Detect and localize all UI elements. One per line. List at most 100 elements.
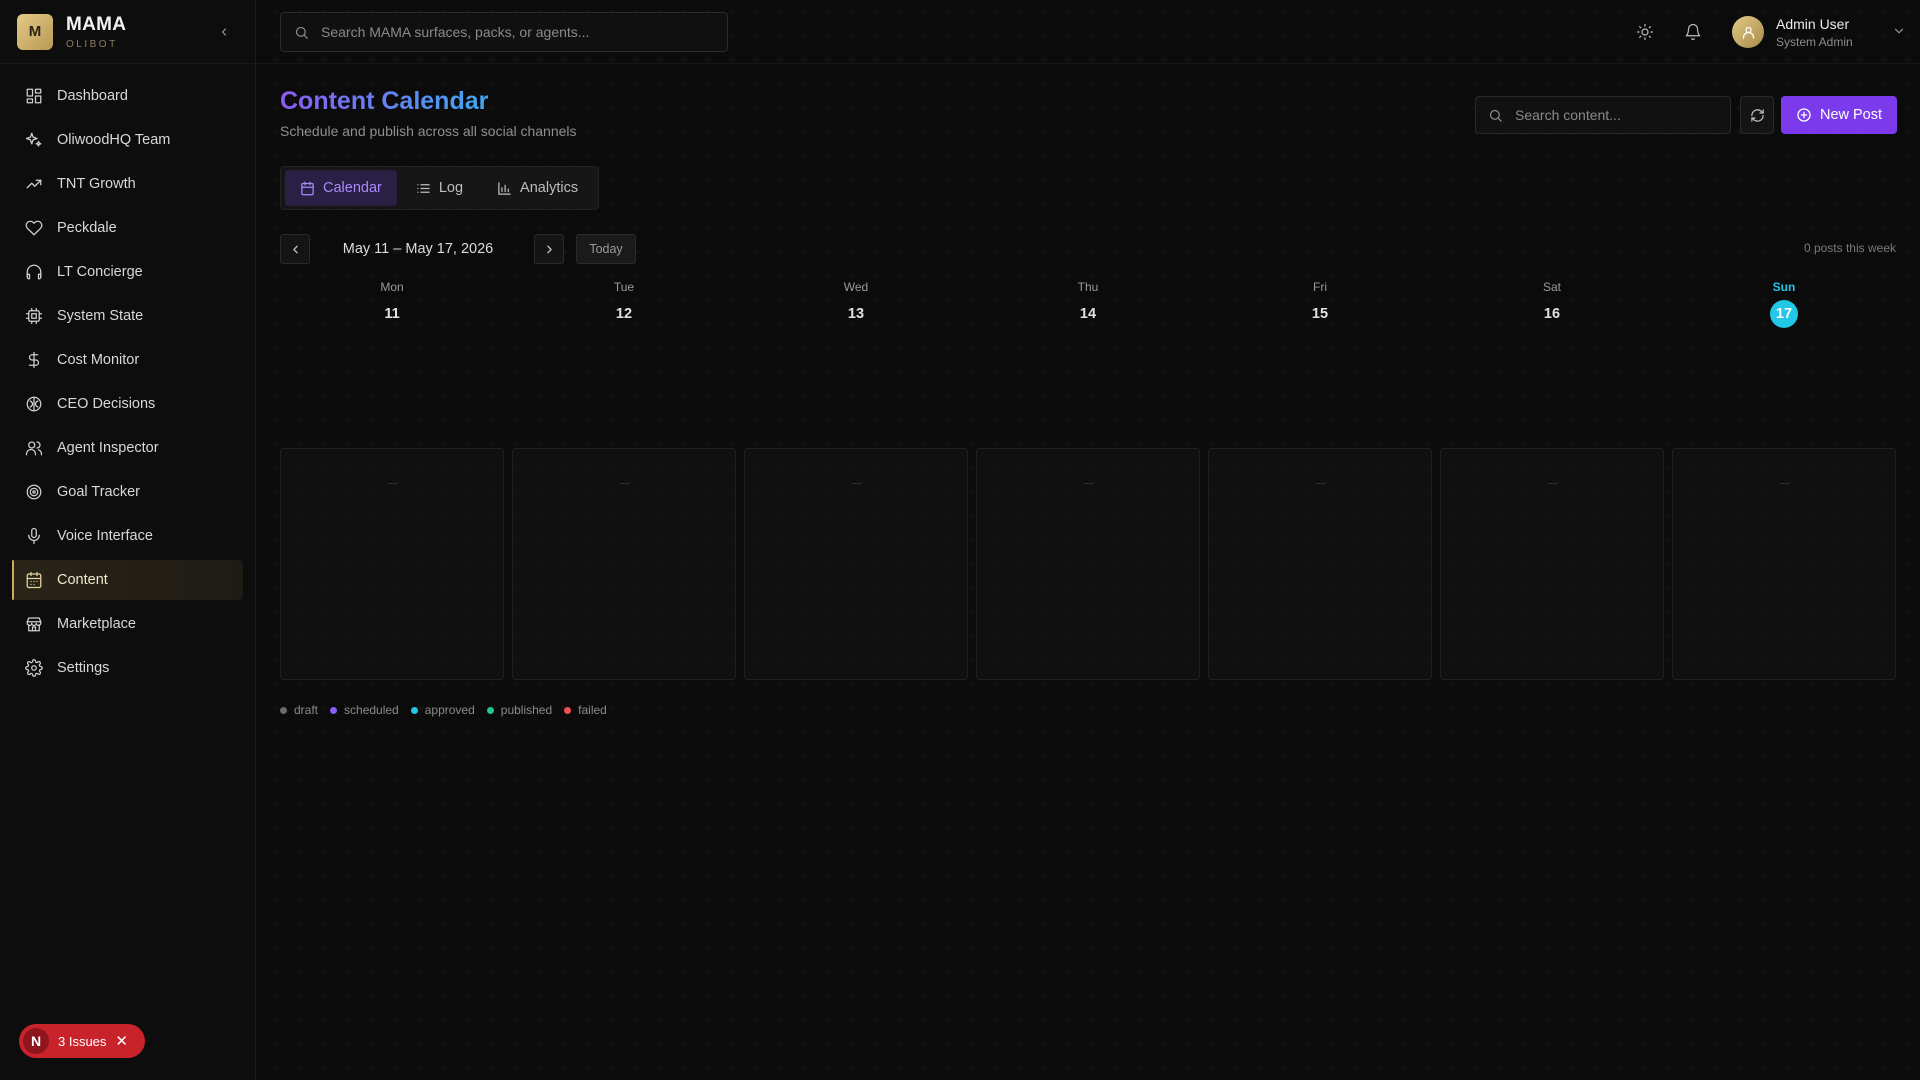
issues-label: 3 Issues — [58, 1033, 107, 1049]
legend-dot — [280, 706, 287, 714]
legend-dot — [330, 706, 338, 714]
tab-calendar[interactable]: Calendar — [285, 170, 397, 206]
sidebar-item-label: Settings — [57, 660, 110, 676]
user-icon — [1742, 26, 1754, 39]
day-name: Thu — [1077, 280, 1099, 294]
bell-icon — [1685, 23, 1701, 41]
day-column-fri[interactable] — [1208, 448, 1432, 680]
sidebar-item-tnt-growth[interactable]: TNT Growth — [12, 164, 243, 204]
calendar-columns — [280, 448, 1896, 680]
sidebar-item-label: Marketplace — [57, 616, 136, 632]
day-header-wed: Wed 13 — [744, 280, 968, 328]
user-menu[interactable]: Admin User System Admin — [1732, 14, 1908, 50]
tab-label: Calendar — [323, 180, 382, 196]
previous-week-button[interactable] — [280, 234, 310, 264]
page-title: Content Calendar — [280, 87, 489, 115]
today-button[interactable]: Today — [576, 234, 636, 264]
sidebar-nav: Dashboard OliwoodHQ Team TNT Growth Peck… — [0, 64, 255, 688]
issues-badge[interactable]: N 3 Issues ✕ — [19, 1024, 145, 1058]
next-week-button[interactable] — [534, 234, 564, 264]
sidebar-item-label: Goal Tracker — [57, 484, 140, 500]
topbar: Admin User System Admin — [256, 0, 1920, 64]
global-search[interactable] — [280, 12, 728, 52]
user-role: System Admin — [1776, 34, 1853, 49]
dollar-icon — [28, 351, 40, 369]
sidebar-item-label: Dashboard — [57, 88, 128, 104]
sidebar-item-peckdale[interactable]: Peckdale — [12, 208, 243, 248]
day-column-sat[interactable] — [1440, 448, 1664, 680]
day-column-sun[interactable] — [1672, 448, 1896, 680]
day-column-tue[interactable] — [512, 448, 736, 680]
user-name: Admin User — [1776, 15, 1850, 32]
chevron-left-icon — [292, 245, 298, 253]
sidebar-item-voice-interface[interactable]: Voice Interface — [12, 516, 243, 556]
sidebar-item-marketplace[interactable]: Marketplace — [12, 604, 243, 644]
content-search[interactable] — [1475, 96, 1731, 134]
sidebar-item-system-state[interactable]: System State — [12, 296, 243, 336]
sidebar-item-lt-concierge[interactable]: LT Concierge — [12, 252, 243, 292]
users-icon — [25, 441, 43, 456]
day-name: Fri — [1313, 280, 1327, 294]
brain-icon — [26, 396, 42, 412]
sidebar-item-label: OliwoodHQ Team — [57, 132, 171, 148]
search-icon — [295, 26, 308, 39]
day-name: Sun — [1772, 280, 1796, 294]
tab-analytics[interactable]: Analytics — [482, 170, 593, 206]
day-header-thu: Thu 14 — [976, 280, 1200, 328]
sidebar-item-settings[interactable]: Settings — [12, 648, 243, 688]
cpu-icon — [25, 307, 43, 325]
collapse-sidebar-button[interactable] — [214, 20, 234, 44]
sidebar-item-label: System State — [57, 308, 144, 324]
legend-label: scheduled — [344, 703, 399, 717]
day-header-mon: Mon 11 — [280, 280, 504, 328]
new-post-button[interactable]: New Post — [1781, 96, 1897, 134]
heart-icon — [25, 220, 43, 236]
day-name: Mon — [380, 280, 404, 294]
day-number: 13 — [847, 306, 865, 322]
sidebar-item-label: Content — [57, 572, 108, 588]
week-navigation: May 11 – May 17, 2026 Today — [280, 234, 680, 264]
tab-label: Analytics — [520, 180, 579, 196]
target-icon — [26, 484, 42, 500]
trending-up-icon — [26, 179, 42, 189]
theme-toggle-button[interactable] — [1633, 20, 1657, 44]
notifications-button[interactable] — [1681, 20, 1705, 44]
day-number: 11 — [384, 306, 400, 322]
content-search-input[interactable] — [1515, 107, 1715, 123]
global-search-input[interactable] — [321, 24, 681, 40]
close-icon[interactable]: ✕ — [115, 1032, 128, 1050]
sidebar-item-agent-inspector[interactable]: Agent Inspector — [12, 428, 243, 468]
page-subtitle: Schedule and publish across all social c… — [280, 123, 577, 139]
sidebar-item-ceo-decisions[interactable]: CEO Decisions — [12, 384, 243, 424]
sidebar-item-label: Cost Monitor — [57, 352, 140, 368]
sidebar-item-label: LT Concierge — [57, 264, 143, 280]
sidebar-item-goal-tracker[interactable]: Goal Tracker — [12, 472, 243, 512]
sidebar-item-label: Peckdale — [57, 220, 117, 236]
sidebar-item-label: Voice Interface — [57, 528, 153, 544]
day-column-wed[interactable] — [744, 448, 968, 680]
day-number: 16 — [1543, 306, 1561, 322]
day-name: Wed — [843, 280, 869, 294]
legend-label: failed — [578, 703, 607, 717]
avatar — [1732, 16, 1764, 48]
brand-logo: M — [17, 13, 53, 50]
plus-circle-icon — [1797, 108, 1811, 122]
sidebar-item-cost-monitor[interactable]: Cost Monitor — [12, 340, 243, 380]
sidebar-item-dashboard[interactable]: Dashboard — [12, 76, 243, 116]
day-number: 15 — [1311, 306, 1329, 322]
legend-dot — [564, 706, 572, 714]
headphones-icon — [26, 264, 42, 280]
sidebar: M MAMA OLIBOT Dashboard OliwoodHQ Team T… — [0, 0, 256, 1080]
day-column-thu[interactable] — [976, 448, 1200, 680]
sidebar-item-oliwoodhq-team[interactable]: OliwoodHQ Team — [12, 120, 243, 160]
grid-icon — [26, 88, 42, 104]
chevron-down-icon — [1894, 28, 1904, 34]
day-column-mon[interactable] — [280, 448, 504, 680]
legend-item-published: published — [486, 703, 552, 717]
day-number: 17 — [1770, 300, 1798, 328]
legend-item-scheduled: scheduled — [330, 703, 399, 717]
chevron-right-icon — [546, 245, 552, 253]
sidebar-item-content[interactable]: Content — [12, 560, 243, 600]
refresh-button[interactable] — [1740, 96, 1774, 134]
tab-log[interactable]: Log — [401, 170, 478, 206]
